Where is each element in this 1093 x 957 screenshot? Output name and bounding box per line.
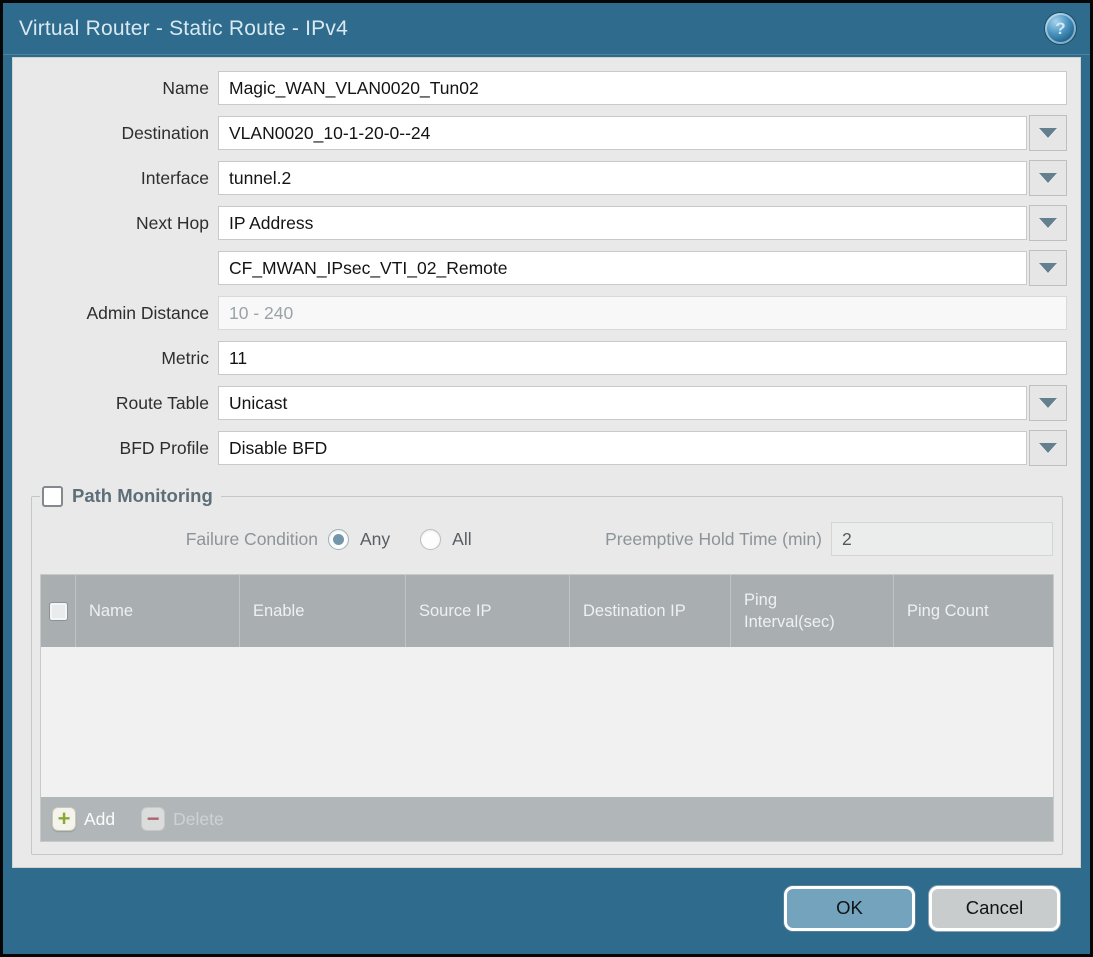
column-header-destination-ip-label: Destination IP <box>583 602 686 621</box>
column-header-ping-count-label: Ping Count <box>907 602 989 621</box>
interface-input[interactable] <box>218 161 1027 195</box>
path-monitoring-section: Path Monitoring Failure Condition Any Al… <box>31 485 1063 855</box>
dialog-content: Name Destination Interface Next Hop Admi… <box>12 57 1081 868</box>
chevron-down-icon <box>1039 263 1057 273</box>
failure-condition-all: All <box>420 529 471 550</box>
route-table-input[interactable] <box>218 386 1027 420</box>
column-header-ping-interval-label: Ping Interval(sec) <box>744 589 856 634</box>
table-toolbar: + Add − Delete <box>41 797 1053 841</box>
radio-all-label: All <box>452 529 471 550</box>
static-route-dialog: Virtual Router - Static Route - IPv4 ? N… <box>0 0 1093 957</box>
dialog-titlebar: Virtual Router - Static Route - IPv4 ? <box>3 3 1090 55</box>
ok-button[interactable]: OK <box>784 886 915 931</box>
dialog-footer: OK Cancel <box>3 868 1090 954</box>
column-header-ping-count[interactable]: Ping Count <box>894 575 1053 647</box>
route-table-dropdown-button[interactable] <box>1029 385 1067 421</box>
column-header-source-ip-label: Source IP <box>419 602 491 621</box>
chevron-down-icon <box>1039 218 1057 228</box>
cancel-button[interactable]: Cancel <box>929 886 1060 931</box>
column-header-name-label: Name <box>89 602 133 621</box>
path-monitoring-title: Path Monitoring <box>72 485 213 507</box>
next-hop-address-row <box>26 251 1067 285</box>
column-header-ping-interval[interactable]: Ping Interval(sec) <box>731 575 894 647</box>
help-icon[interactable]: ? <box>1045 13 1076 44</box>
dialog-title: Virtual Router - Static Route - IPv4 <box>19 17 348 41</box>
name-input[interactable] <box>218 71 1067 105</box>
bfd-profile-input[interactable] <box>218 431 1027 465</box>
path-monitoring-table: Name Enable Source IP Destination IP Pin… <box>40 574 1054 842</box>
metric-row: Metric <box>26 341 1067 375</box>
minus-icon: − <box>141 807 165 831</box>
next-hop-address-input[interactable] <box>218 251 1027 285</box>
select-all-checkbox[interactable] <box>49 602 68 621</box>
select-all-header-cell <box>41 575 76 647</box>
chevron-down-icon <box>1039 128 1057 138</box>
chevron-down-icon <box>1039 443 1057 453</box>
add-button[interactable]: + Add <box>52 807 115 831</box>
admin-distance-row: Admin Distance <box>26 296 1067 330</box>
next-hop-label: Next Hop <box>26 206 218 240</box>
bfd-profile-label: BFD Profile <box>26 431 218 465</box>
delete-button-label: Delete <box>173 809 224 830</box>
preemptive-hold-time-label: Preemptive Hold Time (min) <box>605 529 831 550</box>
metric-label: Metric <box>26 341 218 375</box>
interface-label: Interface <box>26 161 218 195</box>
failure-condition-any: Any <box>328 529 390 550</box>
column-header-destination-ip[interactable]: Destination IP <box>570 575 731 647</box>
admin-distance-label: Admin Distance <box>26 296 218 330</box>
name-row: Name <box>26 71 1067 105</box>
interface-row: Interface <box>26 161 1067 195</box>
column-header-source-ip[interactable]: Source IP <box>406 575 570 647</box>
destination-input[interactable] <box>218 116 1027 150</box>
delete-button[interactable]: − Delete <box>141 807 224 831</box>
destination-label: Destination <box>26 116 218 150</box>
chevron-down-icon <box>1039 173 1057 183</box>
next-hop-address-label <box>26 251 218 285</box>
column-header-enable-label: Enable <box>253 602 304 621</box>
metric-input[interactable] <box>218 341 1067 375</box>
table-header-row: Name Enable Source IP Destination IP Pin… <box>41 575 1053 647</box>
radio-all[interactable] <box>420 529 441 550</box>
interface-dropdown-button[interactable] <box>1029 160 1067 196</box>
name-label: Name <box>26 71 218 105</box>
add-button-label: Add <box>84 809 115 830</box>
route-table-label: Route Table <box>26 386 218 420</box>
bfd-profile-dropdown-button[interactable] <box>1029 430 1067 466</box>
radio-any[interactable] <box>328 529 349 550</box>
table-body-empty <box>41 647 1053 797</box>
route-table-row: Route Table <box>26 386 1067 420</box>
next-hop-type-input[interactable] <box>218 206 1027 240</box>
path-monitoring-checkbox[interactable] <box>42 486 63 507</box>
preemptive-hold-time-input[interactable] <box>831 522 1053 556</box>
plus-icon: + <box>52 807 76 831</box>
chevron-down-icon <box>1039 398 1057 408</box>
destination-row: Destination <box>26 116 1067 150</box>
failure-condition-row: Failure Condition Any All Preemptive Hol… <box>40 521 1054 557</box>
admin-distance-input[interactable] <box>218 296 1067 330</box>
next-hop-dropdown-button[interactable] <box>1029 205 1067 241</box>
radio-any-label: Any <box>360 529 390 550</box>
next-hop-row: Next Hop <box>26 206 1067 240</box>
bfd-profile-row: BFD Profile <box>26 431 1067 465</box>
next-hop-address-dropdown-button[interactable] <box>1029 250 1067 286</box>
column-header-name[interactable]: Name <box>76 575 240 647</box>
destination-dropdown-button[interactable] <box>1029 115 1067 151</box>
column-header-enable[interactable]: Enable <box>240 575 406 647</box>
failure-condition-label: Failure Condition <box>40 529 328 550</box>
path-monitoring-legend: Path Monitoring <box>40 485 221 507</box>
